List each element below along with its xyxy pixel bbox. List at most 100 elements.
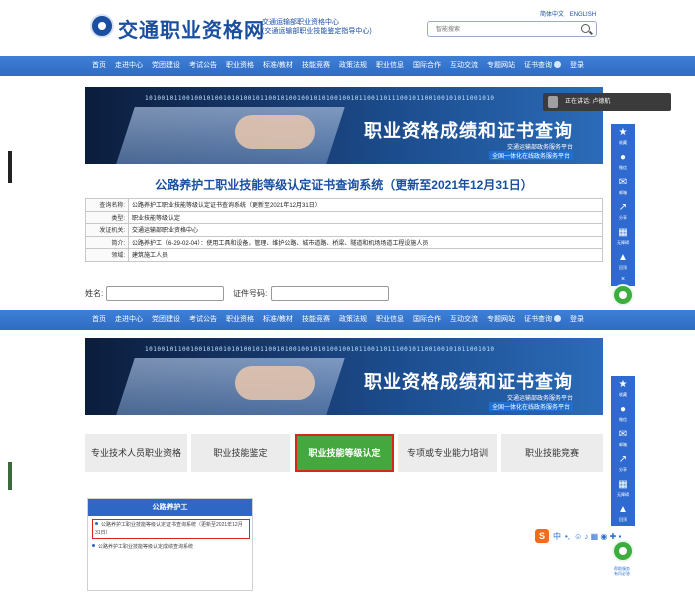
edge-marker: [8, 462, 12, 490]
name-label: 姓名:: [85, 289, 104, 298]
help-service-button[interactable]: [612, 284, 634, 306]
banner-sub2: 全国一体化在线政务服务平台: [488, 151, 573, 160]
nav-item-policy[interactable]: 政策法规: [339, 56, 367, 76]
nav-item-party[interactable]: 党团建设: [152, 310, 180, 330]
language-switch: 简体中文 ENGLISH: [540, 9, 600, 18]
nav-item-login[interactable]: 登录: [570, 310, 584, 330]
nav-item-competition[interactable]: 技能竞赛: [302, 310, 330, 330]
nav-item-qualification[interactable]: 职业资格: [226, 56, 254, 76]
arrow-up-icon: ▲: [618, 252, 628, 263]
nav-item-about[interactable]: 走进中心: [115, 56, 143, 76]
nav-item-international[interactable]: 国际合作: [413, 56, 441, 76]
ime-toolbar: S 中 •, ☺ ♪ ▦ ◉ ✚ ▪: [535, 528, 625, 544]
accessibility-icon: ▦: [618, 479, 628, 490]
nav-item-standards[interactable]: 标准/教材: [263, 310, 293, 330]
site-name[interactable]: 交通职业资格网: [118, 14, 265, 43]
cert-number-input[interactable]: [271, 286, 389, 301]
ime-lang-toggle[interactable]: 中: [553, 531, 561, 542]
site-logo-icon[interactable]: [90, 14, 114, 38]
mail-button[interactable]: ✉ 邮箱: [611, 426, 635, 451]
nav-item-home[interactable]: 首页: [92, 310, 106, 330]
wechat-button[interactable]: ● 微信: [611, 149, 635, 174]
nav-item-party[interactable]: 党团建设: [152, 56, 180, 76]
tab-skill-appraisal[interactable]: 职业技能鉴定: [191, 434, 290, 472]
nav-cert-query-label: 证书查询: [523, 316, 552, 323]
star-icon: ★: [618, 379, 628, 390]
lang-en-link[interactable]: ENGLISH: [570, 12, 596, 18]
table-row: 领域: 建筑施工人员: [85, 248, 603, 262]
nav-item-special-sites[interactable]: 专题网站: [487, 56, 515, 76]
share-icon: ↗: [618, 202, 628, 213]
banner-code-text: 1010010110010010100101010010110010100100…: [145, 346, 495, 353]
favorite-button[interactable]: ★ 收藏: [611, 376, 635, 401]
nav-item-interaction[interactable]: 互动交流: [450, 56, 478, 76]
site-org-line2: (交通运输部职业技能鉴定指导中心): [262, 28, 372, 35]
mail-icon: ✉: [618, 429, 628, 440]
back-to-top-button[interactable]: ▲ 回顶: [611, 501, 635, 526]
nav-item-career-info[interactable]: 职业信息: [376, 56, 404, 76]
help-service-caption: 帮助服务 有问必答: [614, 566, 630, 576]
site-org-line1: 交通运输部职业资格中心: [262, 19, 339, 26]
side-toolbar-top: ★ 收藏 ● 微信 ✉ 邮箱 ↗ 分享 ▦ 无障碍 ▲ 回顶 ×: [611, 124, 635, 286]
nav-item-special-sites[interactable]: 专题网站: [487, 310, 515, 330]
hand-image: [235, 366, 315, 400]
cert-query-link-text: 公路养护工职业技能等级认定证书查询系统（更新至2021年12月31日）: [95, 522, 243, 536]
nav-item-exam-notice[interactable]: 考试公告: [189, 56, 217, 76]
ime-punct-icon[interactable]: •,: [565, 532, 570, 541]
wechat-button[interactable]: ● 微信: [611, 401, 635, 426]
tab-skill-level-certification[interactable]: 职业技能等级认定: [295, 434, 394, 472]
arrow-up-icon: ▲: [618, 504, 628, 515]
banner-sub1: 交通运输部政务服务平台: [506, 396, 573, 402]
mail-icon: ✉: [618, 177, 628, 188]
score-query-link[interactable]: 公路养护工职业技能等级认定成绩查询系统: [92, 543, 250, 551]
query-banner-second: 1010010110010010100101010010110010100100…: [85, 338, 603, 415]
nav-item-exam-notice[interactable]: 考试公告: [189, 310, 217, 330]
nav-item-cert-query[interactable]: 证书查询: [524, 56, 561, 76]
hand-image: [235, 115, 315, 149]
share-button[interactable]: ↗ 分享: [611, 451, 635, 476]
banner-sub1: 交通运输部政务服务平台: [506, 145, 573, 151]
nav-item-home[interactable]: 首页: [92, 56, 106, 76]
nav-cert-query-label: 证书查询: [523, 62, 552, 69]
sogou-logo-icon[interactable]: S: [535, 529, 549, 543]
nav-item-standards[interactable]: 标准/教材: [263, 56, 293, 76]
site-header: 交通职业资格网 交通运输部职业资格中心 (交通运输部职业技能鉴定指导中心) 简体…: [0, 0, 695, 56]
nav-item-career-info[interactable]: 职业信息: [376, 310, 404, 330]
nav-item-about[interactable]: 走进中心: [115, 310, 143, 330]
table-row: 简介: 公路养护工（6-29-02-04）：使用工具和设备，管理、维护公路、城市道…: [85, 235, 603, 249]
back-to-top-button[interactable]: ▲ 回顶: [611, 249, 635, 274]
nav-item-competition[interactable]: 技能竞赛: [302, 56, 330, 76]
ime-tools-icons[interactable]: ☺ ♪ ▦ ◉ ✚ ▪: [574, 532, 621, 541]
search-input[interactable]: [434, 24, 574, 35]
nav-item-interaction[interactable]: 互动交流: [450, 310, 478, 330]
table-row: 查询名称: 公路养护工职业技能等级认定证书查询系统（更新至2021年12月31日）: [85, 198, 603, 212]
lang-cn-link[interactable]: 简体中文: [540, 12, 564, 18]
accessibility-button[interactable]: ▦ 无障碍: [611, 476, 635, 501]
nav-item-cert-query[interactable]: 证书查询: [524, 310, 561, 330]
tab-special-training[interactable]: 专项或专业能力培训: [398, 434, 497, 472]
nav-item-international[interactable]: 国际合作: [413, 310, 441, 330]
query-banner: 1010010110010010100101010010110010100100…: [85, 87, 603, 164]
nav-item-policy[interactable]: 政策法规: [339, 310, 367, 330]
accessibility-icon: ▦: [618, 227, 628, 238]
name-input[interactable]: [106, 286, 224, 301]
panel-heading: 公路养护工: [88, 499, 252, 516]
star-icon: ★: [618, 127, 628, 138]
nav-item-login[interactable]: 登录: [570, 56, 584, 76]
share-button[interactable]: ↗ 分享: [611, 199, 635, 224]
score-query-link-text: 公路养护工职业技能等级认定成绩查询系统: [98, 544, 194, 550]
table-row: 发证机关: 交通运输部职业资格中心: [85, 223, 603, 237]
edge-marker: [8, 151, 12, 183]
tab-skill-competition[interactable]: 职业技能竞赛: [501, 434, 603, 472]
query-info-table: 查询名称: 公路养护工职业技能等级认定证书查询系统（更新至2021年12月31日）…: [85, 198, 603, 262]
cert-query-link[interactable]: 公路养护工职业技能等级认定证书查询系统（更新至2021年12月31日）: [92, 519, 250, 539]
search-icon[interactable]: [581, 24, 590, 33]
favorite-button[interactable]: ★ 收藏: [611, 124, 635, 149]
nav-item-qualification[interactable]: 职业资格: [226, 310, 254, 330]
wechat-icon: ●: [619, 404, 627, 415]
wechat-icon: ●: [619, 152, 627, 163]
tab-professional-qualification[interactable]: 专业技术人员职业资格: [85, 434, 187, 472]
page-title: 公路养护工职业技能等级认定证书查询系统（更新至2021年12月31日）: [155, 178, 533, 192]
accessibility-button[interactable]: ▦ 无障碍: [611, 224, 635, 249]
mail-button[interactable]: ✉ 邮箱: [611, 174, 635, 199]
